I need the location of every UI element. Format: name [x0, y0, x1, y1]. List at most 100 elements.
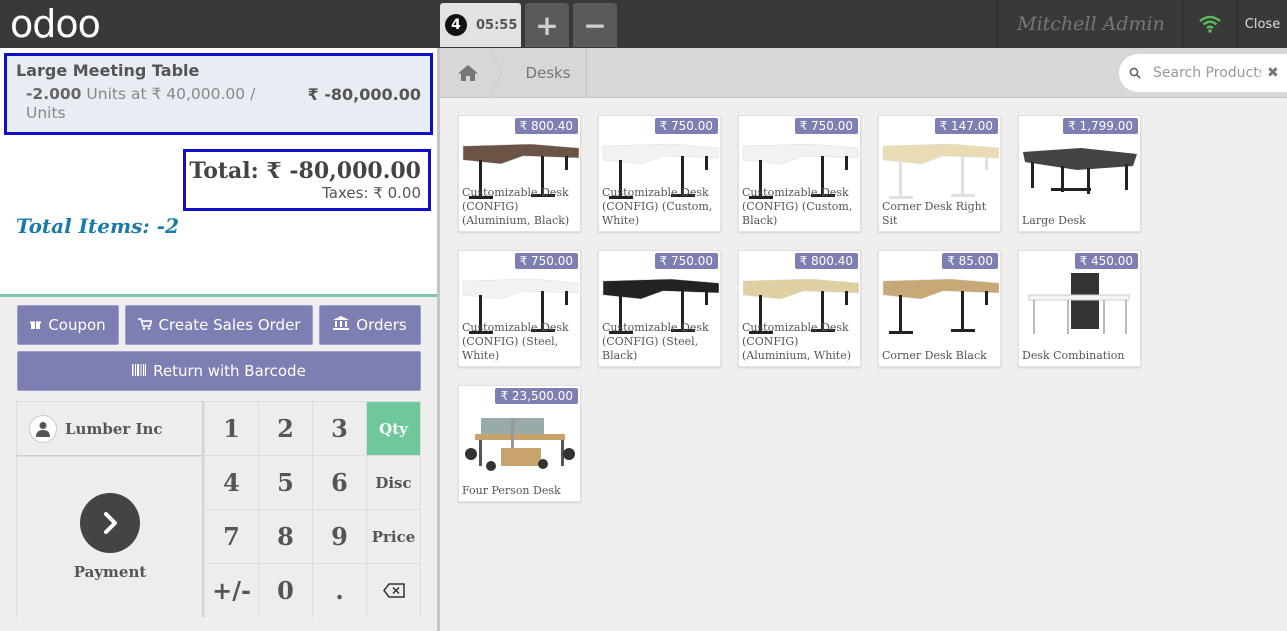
numpad-key-3[interactable]: 3: [313, 402, 366, 455]
product-image: [1021, 269, 1139, 339]
user-icon: [29, 414, 57, 443]
product-card[interactable]: ₹ 800.40 Customizable Desk (CONFIG) (Alum…: [458, 115, 581, 232]
user-name[interactable]: Mitchell Admin: [1000, 0, 1182, 48]
product-card[interactable]: ₹ 750.00 Customizable Desk (CONFIG) (Cust…: [598, 115, 721, 232]
product-card[interactable]: ₹ 800.40 Customizable Desk (CONFIG) (Alum…: [738, 250, 861, 367]
product-card[interactable]: ₹ 1,799.00 Large Desk: [1018, 115, 1141, 232]
product-price-tag: ₹ 750.00: [514, 253, 578, 269]
payment-label: Payment: [73, 563, 147, 581]
product-image: [461, 404, 579, 474]
order-total: Total: ₹ -80,000.00: [189, 158, 421, 184]
product-card[interactable]: ₹ 147.00 Corner Desk Right Sit: [878, 115, 1001, 232]
category-breadcrumb: Desks ✖: [440, 48, 1287, 98]
coupon-label: Coupon: [48, 316, 106, 334]
order-line-qty: -2.000: [26, 85, 82, 103]
product-price-tag: ₹ 750.00: [654, 253, 718, 269]
product-image: [881, 134, 1000, 204]
numpad-key-6[interactable]: 6: [313, 456, 366, 509]
order-line-product: Large Meeting Table: [16, 61, 200, 80]
odoo-logo: odoo: [10, 2, 101, 46]
backspace-icon: [382, 583, 405, 598]
product-card[interactable]: ₹ 750.00 Customizable Desk (CONFIG) (Stee…: [598, 250, 721, 367]
order-time: 05:55: [476, 17, 518, 33]
product-name: Large Desk: [1022, 214, 1086, 227]
order-summary: Total: ₹ -80,000.00 Taxes: ₹ 0.00: [183, 149, 431, 211]
top-bar: odoo 4 05:55 + − Mitchell Admin Close: [0, 0, 1287, 48]
remove-order-button[interactable]: −: [573, 3, 617, 47]
product-price-tag: ₹ 1,799.00: [1063, 118, 1138, 134]
coupon-button[interactable]: Coupon: [17, 305, 119, 345]
numpad-key-dot[interactable]: .: [313, 564, 366, 617]
breadcrumb-separator-fill: [489, 48, 501, 98]
product-price-tag: ₹ 750.00: [794, 118, 858, 134]
product-name: Customizable Desk (CONFIG) (Aluminium, B…: [462, 186, 570, 227]
minus-icon: −: [583, 8, 607, 42]
product-image: [1021, 134, 1139, 204]
product-card[interactable]: ₹ 23,500.00 Four Person Desk: [458, 385, 581, 502]
breadcrumb-divider: [586, 48, 587, 98]
payment-button[interactable]: Payment: [17, 457, 203, 617]
clear-search-icon[interactable]: ✖: [1267, 65, 1279, 81]
product-grid: ₹ 800.40 Customizable Desk (CONFIG) (Alum…: [440, 99, 1287, 631]
bank-icon: [333, 316, 350, 334]
product-card[interactable]: ₹ 85.00 Corner Desk Black: [878, 250, 1001, 367]
orders-button[interactable]: Orders: [319, 305, 421, 345]
order-line-detail: -2.000 Units at ₹ 40,000.00 / Units: [26, 85, 276, 123]
product-name: Customizable Desk (CONFIG) (Custom, Whit…: [602, 186, 713, 227]
numpad-key-sign[interactable]: +/-: [205, 564, 258, 617]
order-line-selected[interactable]: Large Meeting Table -2.000 Units at ₹ 40…: [4, 53, 433, 135]
wifi-icon[interactable]: [1183, 0, 1237, 48]
gift-icon: [30, 316, 42, 334]
numpad-key-9[interactable]: 9: [313, 510, 366, 563]
order-tab[interactable]: 4 05:55: [440, 3, 521, 47]
total-items: Total Items: -2: [16, 214, 179, 238]
numpad-key-4[interactable]: 4: [205, 456, 258, 509]
control-panel: Coupon Create Sales Order Orders Return …: [0, 294, 438, 631]
product-name: Customizable Desk (CONFIG) (Custom, Blac…: [742, 186, 853, 227]
home-button[interactable]: [440, 48, 496, 98]
plus-icon: +: [535, 8, 559, 42]
product-name: Customizable Desk (CONFIG) (Steel, White…: [462, 321, 569, 362]
search-box: ✖: [1119, 54, 1287, 92]
mode-disc-button[interactable]: Disc: [367, 456, 420, 509]
product-card[interactable]: ₹ 450.00 Desk Combination: [1018, 250, 1141, 367]
numpad-key-7[interactable]: 7: [205, 510, 258, 563]
mode-qty-button[interactable]: Qty: [367, 402, 420, 455]
customer-button[interactable]: Lumber Inc: [17, 402, 203, 456]
order-taxes: Taxes: ₹ 0.00: [322, 184, 421, 202]
topbar-divider: [997, 0, 998, 48]
add-order-button[interactable]: +: [525, 3, 569, 47]
product-price-tag: ₹ 800.40: [514, 118, 578, 134]
numpad-key-8[interactable]: 8: [259, 510, 312, 563]
product-name: Corner Desk Right Sit: [882, 200, 987, 227]
close-button[interactable]: Close: [1238, 0, 1287, 48]
numpad-key-0[interactable]: 0: [259, 564, 312, 617]
product-price-tag: ₹ 85.00: [942, 253, 998, 269]
customer-name: Lumber Inc: [65, 419, 163, 438]
order-number-badge: 4: [445, 14, 467, 36]
product-card[interactable]: ₹ 750.00 Customizable Desk (CONFIG) (Stee…: [458, 250, 581, 367]
product-price-tag: ₹ 450.00: [1074, 253, 1138, 269]
numpad-key-1[interactable]: 1: [205, 402, 258, 455]
orders-label: Orders: [356, 316, 407, 334]
chevron-right-icon: [80, 493, 140, 553]
product-card[interactable]: ₹ 750.00 Customizable Desk (CONFIG) (Cust…: [738, 115, 861, 232]
create-sales-order-label: Create Sales Order: [158, 316, 301, 334]
numpad-key-2[interactable]: 2: [259, 402, 312, 455]
create-sales-order-button[interactable]: Create Sales Order: [125, 305, 313, 345]
breadcrumb-desks[interactable]: Desks: [510, 48, 586, 98]
search-input[interactable]: [1153, 65, 1261, 81]
return-with-barcode-button[interactable]: Return with Barcode: [17, 351, 421, 391]
product-name: Four Person Desk: [462, 484, 561, 497]
product-image: [881, 269, 1000, 339]
product-price-tag: ₹ 147.00: [934, 118, 998, 134]
barcode-icon: [132, 362, 147, 380]
return-with-barcode-label: Return with Barcode: [153, 362, 306, 380]
cart-icon: [137, 316, 153, 334]
product-price-tag: ₹ 750.00: [654, 118, 718, 134]
backspace-button[interactable]: [367, 564, 420, 617]
order-pane: Large Meeting Table -2.000 Units at ₹ 40…: [0, 48, 438, 631]
order-line-price: ₹ -80,000.00: [307, 85, 421, 104]
numpad-key-5[interactable]: 5: [259, 456, 312, 509]
mode-price-button[interactable]: Price: [367, 510, 420, 563]
